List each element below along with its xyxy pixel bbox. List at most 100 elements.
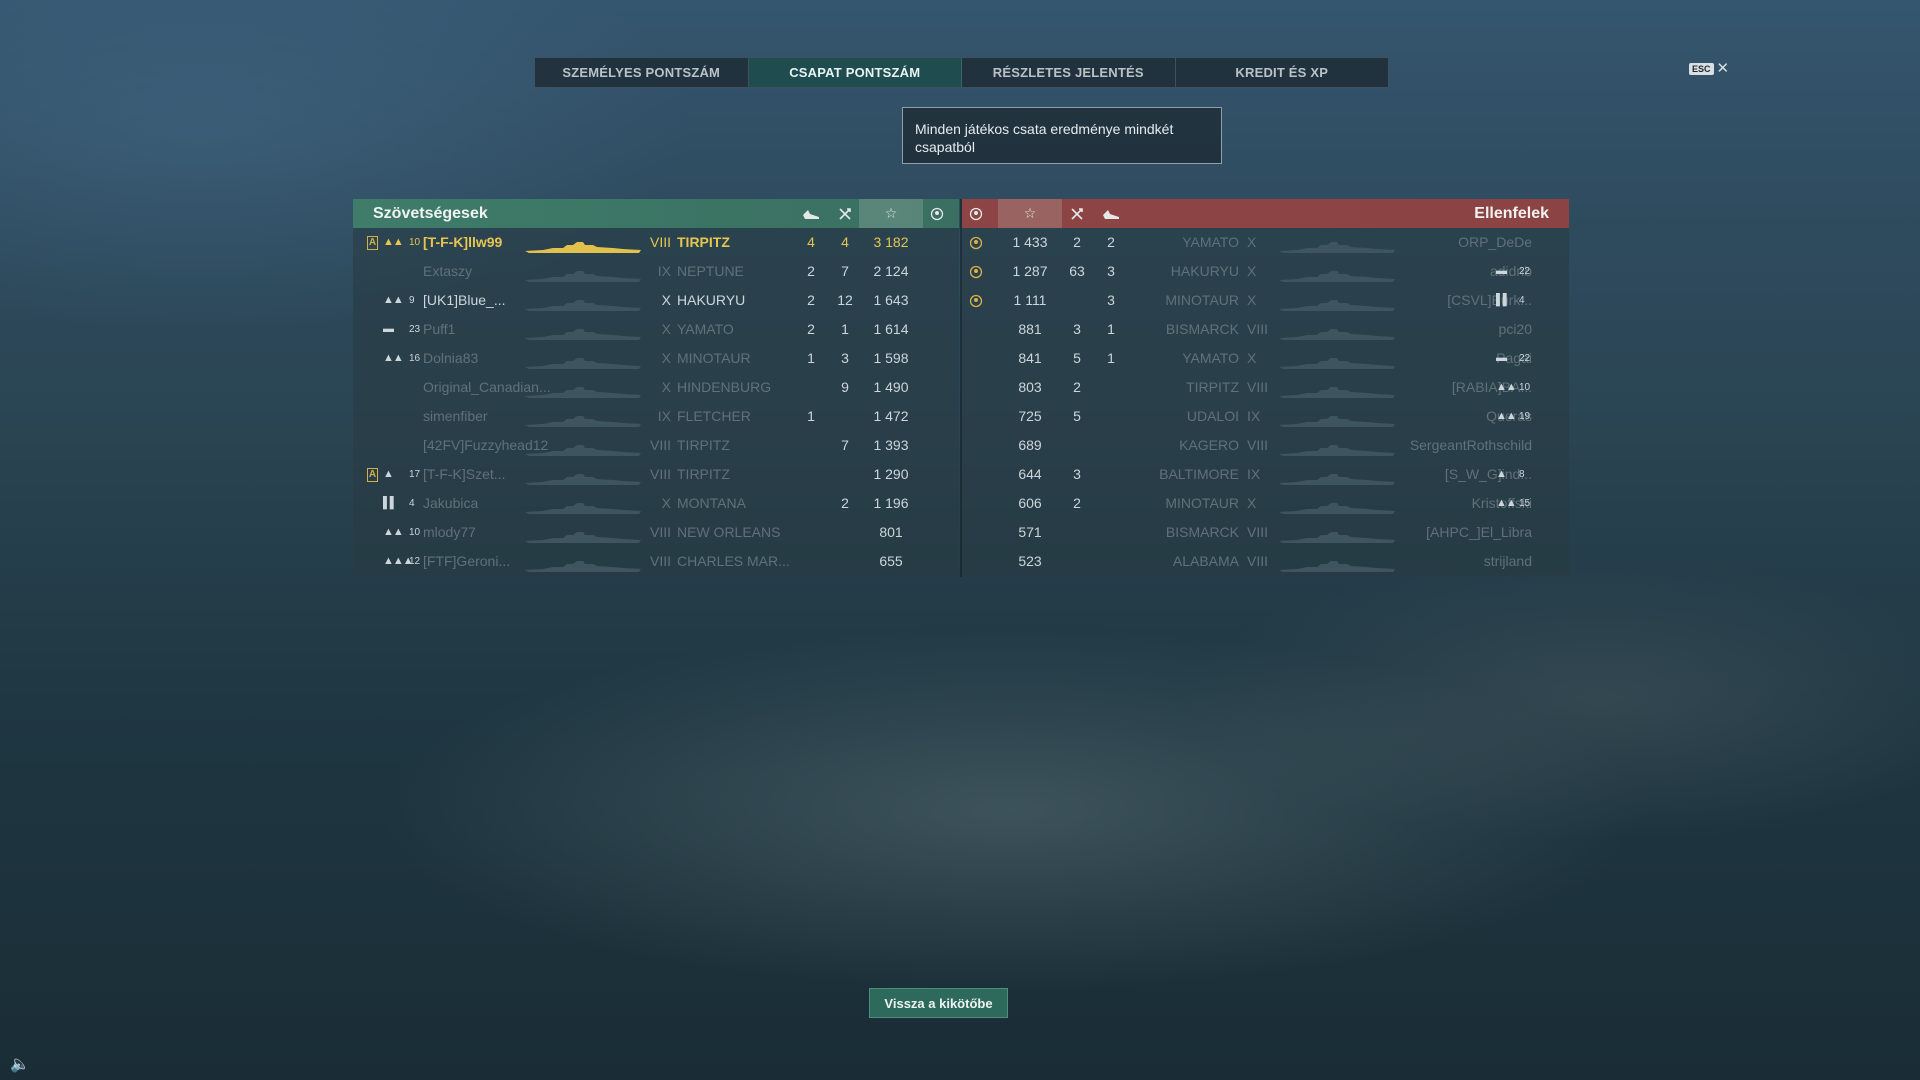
table-row[interactable]: 571 BISMARCK VIII [AHPC_]El_Libra xyxy=(962,518,1569,547)
rank-number: 8 xyxy=(1519,469,1525,480)
ship-name: TIRPITZ xyxy=(1186,379,1239,395)
plane-kills-icon[interactable] xyxy=(1063,199,1091,228)
table-row[interactable]: ▲▲ 10 mlody77 VIII NEW ORLEANS 801 xyxy=(353,518,959,547)
table-row[interactable]: Original_Canadian... X HINDENBURG 9 1 490 xyxy=(353,373,959,402)
player-name[interactable]: strijland xyxy=(1484,547,1532,576)
base-xp-value: 3 182 xyxy=(873,234,909,250)
ship-silhouette xyxy=(1277,439,1397,456)
base-xp-value: 1 196 xyxy=(873,495,909,511)
table-row[interactable]: 1 111 3 MINOTAUR X [CSVL]Burk... ▌▌ 4 xyxy=(962,286,1569,315)
player-name[interactable]: SergeantRothschild xyxy=(1410,431,1532,460)
plane-kills-value: 7 xyxy=(841,437,849,453)
player-name[interactable]: [T-F-K]llw99 xyxy=(423,228,502,257)
table-row[interactable]: 689 KAGERO VIII SergeantRothschild xyxy=(962,431,1569,460)
table-row[interactable]: Extaszy IX NEPTUNE 2 7 2 124 xyxy=(353,257,959,286)
base-xp-value: 571 xyxy=(1018,524,1042,540)
rank-number: 9 xyxy=(409,295,415,306)
table-row[interactable]: 1 433 2 2 YAMATO X ORP_DeDe xyxy=(962,228,1569,257)
table-row[interactable]: A ▲ 17 [T-F-K]Szet... VIII TIRPITZ 1 290 xyxy=(353,460,959,489)
base-xp-value: 801 xyxy=(879,524,903,540)
tab-detailed-report[interactable]: RÉSZLETES JELENTÉS xyxy=(962,58,1176,87)
tab-team-score[interactable]: CSAPAT PONTSZÁM xyxy=(748,58,962,87)
ribbon-icon xyxy=(969,228,983,257)
ship-silhouette xyxy=(523,555,643,572)
ship-name: CHARLES MAR... xyxy=(677,553,790,569)
table-row[interactable]: 644 3 BALTIMORE IX [S_W_G]ind... ▲ 8 xyxy=(962,460,1569,489)
rank-icon: ▲▲ xyxy=(1496,381,1517,393)
table-row[interactable]: 725 5 UDALOI IX Queras ▲▲ 19 xyxy=(962,402,1569,431)
table-row[interactable]: 1 287 63 3 HAKURYU Xadidnb ▬ 22 xyxy=(962,257,1569,286)
ship-silhouette xyxy=(523,236,643,253)
base-xp-star-icon[interactable]: ☆ xyxy=(859,199,923,228)
rank-icon: ▌▌ xyxy=(1496,294,1511,306)
base-xp-value: 1 643 xyxy=(873,292,909,308)
ship-kills-value xyxy=(1097,373,1125,402)
player-name[interactable]: Dolnia83 xyxy=(423,344,478,373)
player-name[interactable]: [UK1]Blue_... xyxy=(423,286,506,315)
table-row[interactable]: 523 ALABAMA VIII strijland xyxy=(962,547,1569,576)
base-xp-value: 1 287 xyxy=(1012,263,1048,279)
sound-icon[interactable]: 🔈 xyxy=(10,1054,30,1074)
player-name[interactable]: simenfiber xyxy=(423,402,488,431)
ship-kills-value: 1 xyxy=(1107,321,1115,337)
ship-name: HAKURYU xyxy=(1170,263,1239,279)
player-name[interactable]: Puff1 xyxy=(423,315,455,344)
tab-credits-xp[interactable]: KREDIT ÉS XP xyxy=(1176,58,1389,87)
ship-silhouette xyxy=(1277,236,1397,253)
table-row[interactable]: 881 3 1 BISMARCK VIII pci20 xyxy=(962,315,1569,344)
player-name[interactable]: [T-F-K]Szet... xyxy=(423,460,505,489)
player-name[interactable]: mlody77 xyxy=(423,518,476,547)
tab-personal-score[interactable]: SZEMÉLYES PONTSZÁM xyxy=(535,58,749,87)
plane-kills-value xyxy=(831,518,859,547)
player-name[interactable]: [AHPC_]El_Libra xyxy=(1426,518,1532,547)
player-name[interactable]: Jakubica xyxy=(423,489,478,518)
ship-tier: VIII xyxy=(1247,321,1269,337)
table-row[interactable]: A ▲▲ 10 [T-F-K]llw99 VIII TIRPITZ 4 4 3 182 xyxy=(353,228,959,257)
plane-kills-value: 2 xyxy=(1073,495,1081,511)
table-row[interactable]: [42FV]Fuzzyhead12 VIII TIRPITZ 7 1 393 xyxy=(353,431,959,460)
table-row[interactable]: ▲▲ 16 Dolnia83 X MINOTAUR 1 3 1 598 xyxy=(353,344,959,373)
table-row[interactable]: 841 5 1 YAMATO X Pagai ▬ 22 xyxy=(962,344,1569,373)
player-name[interactable]: pci20 xyxy=(1499,315,1532,344)
base-xp-star-icon[interactable]: ☆ xyxy=(998,199,1062,228)
ship-name: BALTIMORE xyxy=(1159,466,1239,482)
ship-name: TIRPITZ xyxy=(677,466,730,482)
ribbon-icon[interactable] xyxy=(962,199,990,228)
table-row[interactable]: ▬ 23 Puff1 X YAMATO 2 1 1 614 xyxy=(353,315,959,344)
plane-kills-icon[interactable] xyxy=(831,199,859,228)
table-row[interactable]: ▌▌ 4 Jakubica X MONTANA 2 1 196 xyxy=(353,489,959,518)
table-row[interactable]: ▲▲▲ 12 [FTF]Geroni... VIII CHARLES MAR... 655 xyxy=(353,547,959,576)
ship-name: FLETCHER xyxy=(677,408,751,424)
ship-silhouette xyxy=(1277,526,1397,543)
rank-icon: ▌▌ xyxy=(383,497,398,509)
ship-tier: X xyxy=(661,379,671,395)
rank-icon: ▲ xyxy=(383,468,394,480)
table-row[interactable]: 606 2 MINOTAUR X Kristoffski ▲▲ 15 xyxy=(962,489,1569,518)
player-name[interactable]: Extaszy xyxy=(423,257,472,286)
player-name[interactable]: ORP_DeDe xyxy=(1458,228,1532,257)
ship-kills-icon[interactable] xyxy=(1097,199,1125,228)
ship-kills-value: 3 xyxy=(1107,292,1115,308)
ship-kills-value: 2 xyxy=(807,292,815,308)
rank-icon: ▲▲ xyxy=(383,236,404,248)
ship-silhouette xyxy=(1277,555,1397,572)
plane-kills-value: 1 xyxy=(841,321,849,337)
base-xp-value: 841 xyxy=(1018,350,1042,366)
ship-kills-value xyxy=(1097,489,1125,518)
close-button[interactable]: ESC ✕ xyxy=(1689,61,1729,76)
player-name[interactable]: [FTF]Geroni... xyxy=(423,547,510,576)
ship-name: KAGERO xyxy=(1179,437,1239,453)
back-to-port-button[interactable]: Vissza a kikötőbe xyxy=(869,988,1008,1018)
rank-number: 17 xyxy=(409,469,421,480)
ship-name: MINOTAUR xyxy=(677,350,751,366)
table-row[interactable]: 803 2 TIRPITZ VIII [RABIA]BA... ▲▲ 10 xyxy=(962,373,1569,402)
plane-kills-value: 3 xyxy=(1073,321,1081,337)
ribbon-icon[interactable] xyxy=(923,199,951,228)
table-row[interactable]: ▲▲ 9 [UK1]Blue_... X HAKURYU 2 12 1 643 xyxy=(353,286,959,315)
ship-silhouette xyxy=(523,294,643,311)
table-row[interactable]: simenfiber IX FLETCHER 1 1 472 xyxy=(353,402,959,431)
base-xp-value: 1 393 xyxy=(873,437,909,453)
enemies-title: Ellenfelek xyxy=(1474,204,1549,222)
ship-kills-icon[interactable] xyxy=(797,199,825,228)
ship-silhouette xyxy=(1277,410,1397,427)
